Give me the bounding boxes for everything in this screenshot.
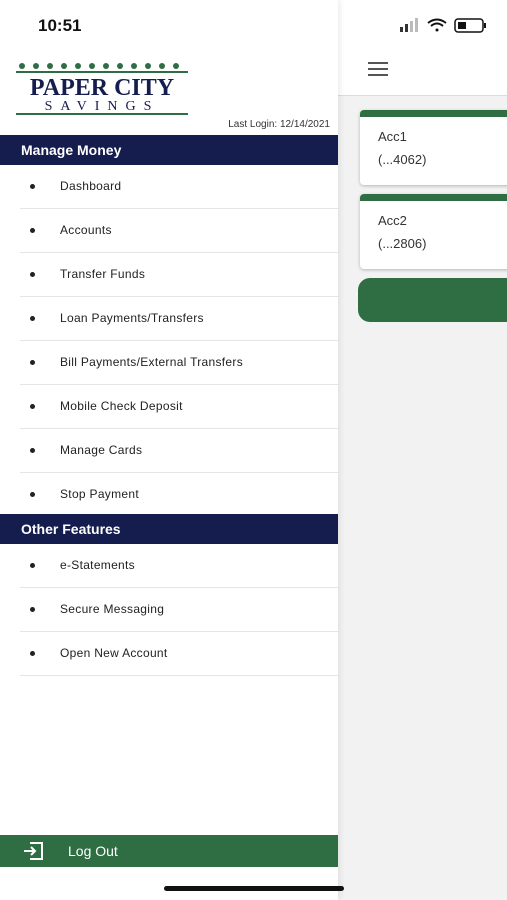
- account-number: (...4062): [378, 152, 427, 167]
- account-card[interactable]: Acc2 (...2806): [360, 194, 507, 269]
- menu-item-e-statements[interactable]: e-Statements: [20, 544, 338, 588]
- menu-item-label: Bill Payments/External Transfers: [60, 355, 243, 369]
- menu-item-stop-payment[interactable]: Stop Payment: [20, 473, 338, 517]
- bullet-icon: [30, 607, 35, 612]
- logout-label: Log Out: [68, 843, 118, 859]
- status-icons: [400, 18, 486, 33]
- account-name: Acc2: [378, 213, 407, 228]
- section-header-manage-money: Manage Money: [0, 135, 338, 165]
- main-header: [338, 0, 507, 96]
- menu-item-mobile-check-deposit[interactable]: Mobile Check Deposit: [20, 385, 338, 429]
- bullet-icon: [30, 360, 35, 365]
- section-header-other-features: Other Features: [0, 514, 338, 544]
- bullet-icon: [30, 228, 35, 233]
- action-button[interactable]: [358, 278, 507, 322]
- battery-icon: [454, 18, 486, 33]
- menu-item-transfer-funds[interactable]: Transfer Funds: [20, 253, 338, 297]
- menu-item-label: Secure Messaging: [60, 602, 165, 616]
- menu-item-label: e-Statements: [60, 558, 135, 572]
- menu-item-label: Loan Payments/Transfers: [60, 311, 204, 325]
- side-drawer: 10:51 PAPER CITY SAVINGS Last Login: 12/…: [0, 0, 338, 900]
- menu-item-open-new-account[interactable]: Open New Account: [20, 632, 338, 676]
- menu-item-label: Manage Cards: [60, 443, 143, 457]
- menu-item-label: Mobile Check Deposit: [60, 399, 183, 413]
- account-card[interactable]: Acc1 (...4062): [360, 110, 507, 185]
- menu-item-bill-payments[interactable]: Bill Payments/External Transfers: [20, 341, 338, 385]
- bullet-icon: [30, 651, 35, 656]
- menu-item-loan-payments[interactable]: Loan Payments/Transfers: [20, 297, 338, 341]
- hamburger-menu-icon[interactable]: [368, 62, 388, 76]
- menu-item-secure-messaging[interactable]: Secure Messaging: [20, 588, 338, 632]
- menu-item-label: Open New Account: [60, 646, 168, 660]
- menu-item-dashboard[interactable]: Dashboard: [20, 165, 338, 209]
- bullet-icon: [30, 448, 35, 453]
- account-name: Acc1: [378, 129, 407, 144]
- bullet-icon: [30, 272, 35, 277]
- main-page: Acc1 (...4062) Acc2 (...2806): [338, 0, 507, 900]
- last-login: Last Login: 12/14/2021: [228, 119, 330, 130]
- menu-item-accounts[interactable]: Accounts: [20, 209, 338, 253]
- menu-item-label: Accounts: [60, 223, 112, 237]
- paper-city-savings-logo: PAPER CITY SAVINGS: [16, 63, 188, 115]
- logout-button[interactable]: Log Out: [0, 835, 338, 867]
- bullet-icon: [30, 184, 35, 189]
- logo-text-line2: SAVINGS: [45, 99, 160, 114]
- logo-text-line1: PAPER CITY: [30, 75, 174, 101]
- menu-item-label: Dashboard: [60, 179, 122, 193]
- logout-icon: [24, 842, 43, 860]
- signal-icon: [400, 18, 418, 32]
- menu-item-label: Stop Payment: [60, 487, 139, 501]
- home-indicator: [164, 886, 344, 891]
- menu-item-manage-cards[interactable]: Manage Cards: [20, 429, 338, 473]
- bullet-icon: [30, 563, 35, 568]
- bullet-icon: [30, 404, 35, 409]
- bullet-icon: [30, 492, 35, 497]
- bullet-icon: [30, 316, 35, 321]
- wifi-icon: [427, 18, 447, 32]
- menu-item-label: Transfer Funds: [60, 267, 146, 281]
- status-time: 10:51: [38, 16, 82, 35]
- account-number: (...2806): [378, 236, 427, 251]
